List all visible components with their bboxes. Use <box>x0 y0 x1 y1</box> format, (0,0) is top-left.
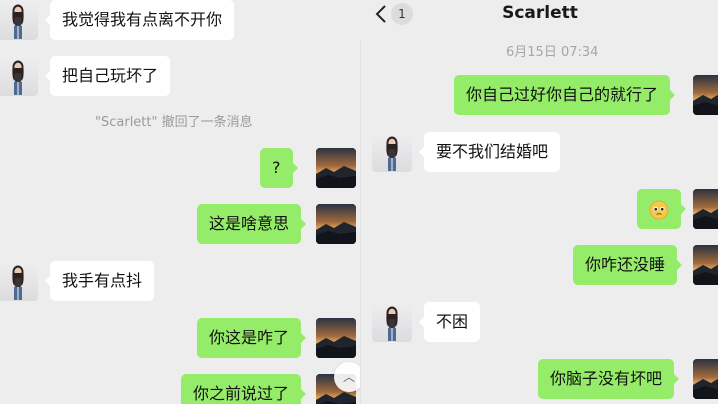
sent-message[interactable]: 这是啥意思 <box>197 204 307 244</box>
sent-message[interactable]: 你自己过好你自己的就行了 <box>454 75 676 115</box>
right-chat-panel: 1 Scarlett 6月15日 07:34 你自己过好你自己的就行了 要不我们… <box>362 0 718 404</box>
my-avatar[interactable] <box>316 318 356 358</box>
pleading-face-emoji-icon <box>649 200 669 219</box>
contact-avatar[interactable] <box>0 56 38 96</box>
received-message[interactable]: 把自己玩坏了 <box>44 56 171 96</box>
message-timestamp: 6月15日 07:34 <box>506 45 599 60</box>
my-avatar[interactable] <box>693 75 718 115</box>
my-avatar[interactable] <box>693 245 718 285</box>
received-message[interactable]: 要不我们结婚吧 <box>418 132 561 172</box>
my-avatar[interactable] <box>693 189 718 229</box>
sent-message[interactable]: 你之前说过了 <box>181 374 307 404</box>
received-message[interactable]: 我手有点抖 <box>44 261 155 301</box>
my-avatar[interactable] <box>693 359 718 399</box>
my-avatar[interactable] <box>316 204 356 244</box>
chat-title: Scarlett <box>502 3 578 23</box>
sent-message[interactable]: ? <box>260 148 297 188</box>
contact-avatar[interactable] <box>0 261 38 301</box>
contact-avatar[interactable] <box>372 302 412 342</box>
sent-emoji-message[interactable] <box>637 189 686 229</box>
panel-divider <box>360 40 361 404</box>
contact-avatar[interactable] <box>0 0 38 40</box>
left-chat-panel: 我觉得我有点离不开你 把自己玩坏了 "Scarlett" 撤回了一条消息 ? 这… <box>0 0 360 404</box>
sent-message[interactable]: 你脑子没有坏吧 <box>538 359 680 399</box>
chat-header: 1 Scarlett <box>362 0 718 30</box>
sent-message[interactable]: 你这是咋了 <box>197 318 307 358</box>
sent-message[interactable]: 你咋还没睡 <box>573 245 683 285</box>
received-message[interactable]: 不困 <box>418 302 481 342</box>
my-avatar[interactable] <box>316 148 356 188</box>
contact-avatar[interactable] <box>372 132 412 172</box>
recall-notice: "Scarlett" 撤回了一条消息 <box>95 115 253 130</box>
chevron-up-icon[interactable]: ︿ <box>334 362 360 392</box>
received-message[interactable]: 我觉得我有点离不开你 <box>44 0 235 40</box>
